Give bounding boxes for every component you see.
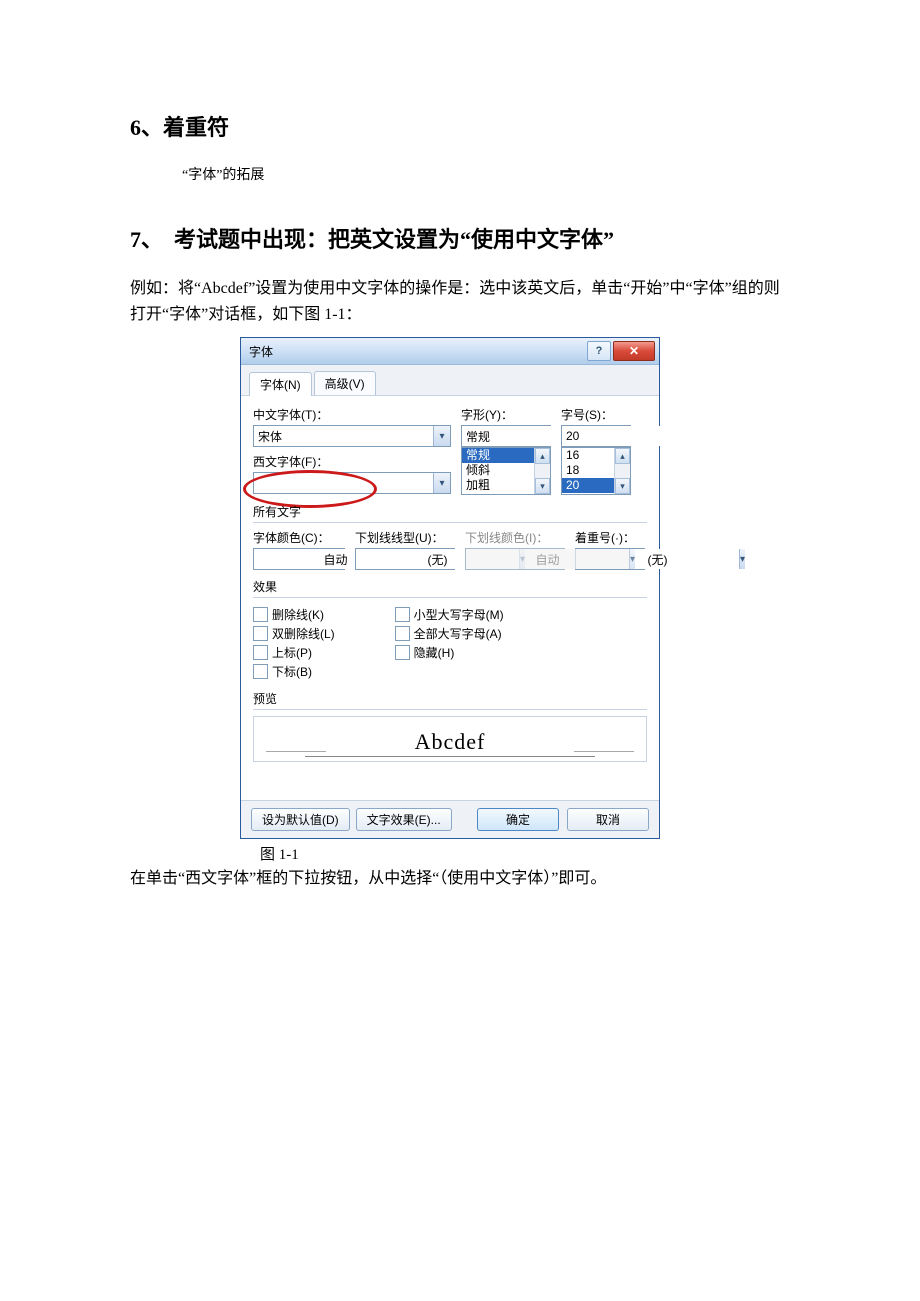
checkbox-hidden[interactable]: 隐藏(H) [395, 644, 504, 661]
preview-box: Abcdef [253, 716, 647, 762]
divider [253, 522, 647, 523]
scrollbar[interactable]: ▴ ▾ [614, 448, 630, 494]
paragraph-after: 在单击“西文字体”框的下拉按钮，从中选择“（使用中文字体）”即可。 [130, 866, 790, 892]
section-6-note: “字体”的拓展 [182, 164, 790, 184]
scroll-up-icon[interactable]: ▴ [615, 448, 630, 464]
checkbox-subscript[interactable]: 下标(B) [253, 663, 335, 680]
ok-button[interactable]: 确定 [477, 808, 559, 831]
label-font-style: 字形(Y)： [461, 406, 551, 423]
heading-section-7: 7、 考试题中出现：把英文设置为“使用中文字体” [130, 222, 790, 254]
checkbox-icon[interactable] [253, 645, 268, 660]
set-default-button[interactable]: 设为默认值(D) [251, 808, 350, 831]
label-chinese-font: 中文字体(T)： [253, 406, 451, 423]
checkbox-label: 隐藏(H) [414, 644, 455, 661]
dialog-title: 字体 [249, 343, 273, 360]
group-effects: 效果 [253, 580, 277, 594]
checkbox-icon[interactable] [395, 626, 410, 641]
font-size-input-wrap[interactable] [561, 425, 631, 447]
preview-line [266, 751, 326, 752]
preview-text: Abcdef [305, 729, 596, 757]
checkbox-label: 双删除线(L) [272, 625, 335, 642]
cancel-button[interactable]: 取消 [567, 808, 649, 831]
checkbox-small-caps[interactable]: 小型大写字母(M) [395, 606, 504, 623]
checkbox-icon[interactable] [253, 664, 268, 679]
help-button[interactable]: ? [587, 341, 611, 361]
scroll-down-icon[interactable]: ▾ [535, 478, 550, 494]
preview-line [574, 751, 634, 752]
checkbox-label: 小型大写字母(M) [414, 606, 504, 623]
checkbox-label: 下标(B) [272, 663, 312, 680]
label-font-size: 字号(S)： [561, 406, 631, 423]
scroll-down-icon[interactable]: ▾ [615, 478, 630, 494]
font-size-input[interactable] [562, 426, 725, 446]
western-font-input[interactable] [254, 473, 433, 493]
chinese-font-input[interactable] [254, 426, 433, 446]
label-font-color: 字体颜色(C)： [253, 529, 345, 546]
divider [253, 709, 647, 710]
font-style-input-wrap[interactable] [461, 425, 551, 447]
chevron-down-icon: ▾ [629, 549, 635, 569]
figure-caption: 图 1-1 [260, 843, 660, 864]
checkbox-double-strikethrough[interactable]: 双删除线(L) [253, 625, 335, 642]
checkbox-label: 全部大写字母(A) [414, 625, 502, 642]
chinese-font-combo[interactable]: ▾ [253, 425, 451, 447]
font-dialog: 字体 ? ✕ 字体(N) 高级(V) 中文字体(T)： ▾ [240, 337, 660, 839]
scrollbar[interactable]: ▴ ▾ [534, 448, 550, 494]
label-underline-color: 下划线颜色(I)： [465, 529, 565, 546]
underline-style-combo[interactable]: ▾ [355, 548, 455, 570]
underline-color-input [466, 549, 629, 569]
text-effects-button[interactable]: 文字效果(E)... [356, 808, 452, 831]
checkbox-icon[interactable] [253, 626, 268, 641]
chevron-down-icon[interactable]: ▾ [739, 549, 745, 569]
close-button[interactable]: ✕ [613, 341, 655, 361]
chevron-down-icon[interactable]: ▾ [433, 426, 450, 446]
tab-font[interactable]: 字体(N) [249, 372, 312, 396]
checkbox-strikethrough[interactable]: 删除线(K) [253, 606, 335, 623]
divider [253, 597, 647, 598]
scroll-up-icon[interactable]: ▴ [535, 448, 550, 464]
checkbox-label: 删除线(K) [272, 606, 324, 623]
font-style-listbox[interactable]: 常规 倾斜 加粗 ▴ ▾ [461, 447, 551, 495]
western-font-combo[interactable]: ▾ [253, 472, 451, 494]
checkbox-all-caps[interactable]: 全部大写字母(A) [395, 625, 504, 642]
dialog-titlebar: 字体 ? ✕ [241, 338, 659, 365]
label-emphasis-mark: 着重号(·)： [575, 529, 645, 546]
paragraph-intro: 例如：将“Abcdef”设置为使用中文字体的操作是：选中该英文后，单击“开始”中… [130, 276, 790, 327]
font-size-listbox[interactable]: 16 18 20 ▴ ▾ [561, 447, 631, 495]
group-all-text: 所有文字 [253, 505, 301, 519]
label-western-font: 西文字体(F)： [253, 453, 451, 470]
checkbox-icon[interactable] [395, 607, 410, 622]
heading-section-6: 6、着重符 [130, 110, 790, 142]
label-underline-style: 下划线线型(U)： [355, 529, 455, 546]
group-preview: 预览 [253, 692, 277, 706]
chevron-down-icon[interactable]: ▾ [433, 473, 450, 493]
checkbox-icon[interactable] [395, 645, 410, 660]
tab-advanced[interactable]: 高级(V) [314, 371, 376, 395]
font-color-combo[interactable]: ▾ [253, 548, 345, 570]
checkbox-label: 上标(P) [272, 644, 312, 661]
checkbox-superscript[interactable]: 上标(P) [253, 644, 335, 661]
underline-color-combo[interactable]: ▾ [465, 548, 565, 570]
checkbox-icon[interactable] [253, 607, 268, 622]
